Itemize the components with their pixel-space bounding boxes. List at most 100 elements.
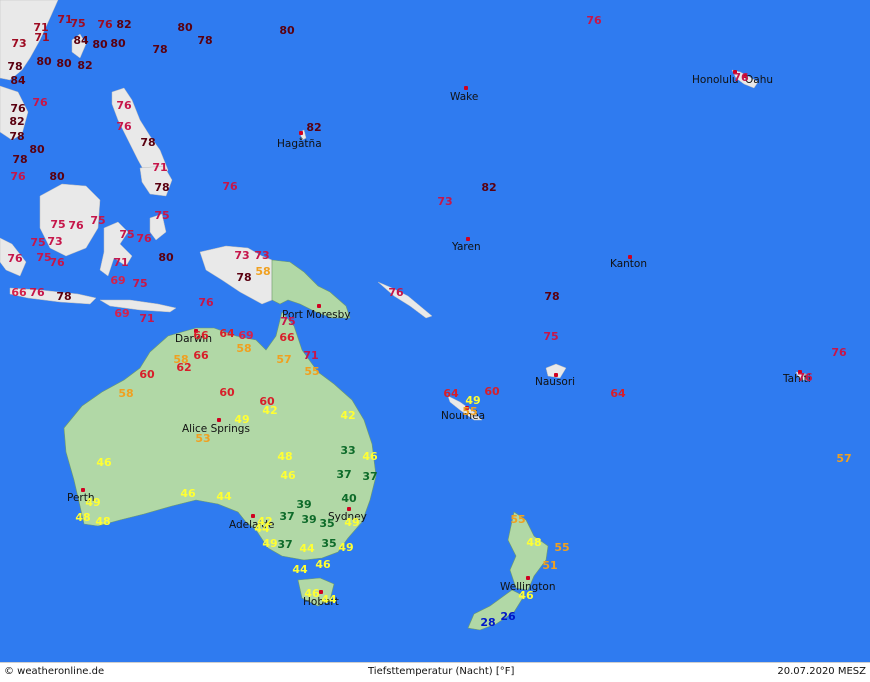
- temperature-value: 49: [344, 516, 360, 529]
- temperature-value: 76: [49, 256, 65, 269]
- temperature-value: 71: [139, 312, 155, 325]
- temperature-value: 62: [176, 361, 192, 374]
- temperature-value: 76: [116, 99, 132, 112]
- temperature-value: 37: [336, 468, 352, 481]
- temperature-value: 71: [113, 256, 129, 269]
- temperature-value: 60: [139, 368, 155, 381]
- temperature-value: 82: [116, 18, 132, 31]
- temperature-value: 53: [195, 432, 211, 445]
- temperature-value: 39: [301, 513, 317, 526]
- temperature-value: 76: [116, 120, 132, 133]
- solomon-land: [377, 281, 433, 319]
- temperature-value: 35: [319, 517, 335, 530]
- temperature-value: 82: [481, 181, 497, 194]
- temperature-value: 80: [92, 38, 108, 51]
- temperature-value: 33: [340, 444, 356, 457]
- temperature-value: 78: [544, 290, 560, 303]
- temperature-value: 51: [542, 559, 558, 572]
- temperature-value: 71: [303, 349, 319, 362]
- temperature-value: 48: [75, 511, 91, 524]
- temperature-value: 84: [73, 34, 89, 47]
- temperature-value: 46: [180, 487, 196, 500]
- temperature-value: 69: [114, 307, 130, 320]
- temperature-value: 80: [49, 170, 65, 183]
- temperature-value: 37: [362, 470, 378, 483]
- temperature-value: 75: [280, 315, 296, 328]
- temperature-value: 71: [34, 31, 50, 44]
- city-marker: [217, 418, 221, 422]
- city-label-wake: Wake: [450, 91, 479, 103]
- temperature-value: 73: [254, 249, 270, 262]
- temperature-value: 75: [70, 17, 86, 30]
- temperature-value: 78: [154, 181, 170, 194]
- temperature-value: 46: [362, 450, 378, 463]
- city-label-oahu: Oahu: [745, 74, 774, 86]
- city-marker: [464, 86, 468, 90]
- temperature-value: 78: [56, 290, 72, 303]
- temperature-value: 60: [219, 386, 235, 399]
- temperature-value: 64: [610, 387, 626, 400]
- temperature-value: 46: [315, 558, 331, 571]
- temperature-value: 40: [341, 492, 357, 505]
- temperature-value: 75: [50, 218, 66, 231]
- temperature-value: 75: [119, 228, 135, 241]
- temperature-value: 76: [68, 219, 84, 232]
- temperature-value: 80: [36, 55, 52, 68]
- temperature-value: 37: [277, 538, 293, 551]
- temperature-value: 73: [234, 249, 250, 262]
- temperature-value: 49: [262, 537, 278, 550]
- temperature-value: 55: [462, 405, 478, 418]
- temperature-value: 78: [9, 130, 25, 143]
- temperature-value: 76: [388, 286, 404, 299]
- temperature-value: 49: [85, 496, 101, 509]
- temperature-value: 76: [32, 96, 48, 109]
- temperature-value: 48: [95, 515, 111, 528]
- temperature-value: 58: [236, 342, 252, 355]
- temperature-value: 69: [110, 274, 126, 287]
- temperature-value: 82: [9, 115, 25, 128]
- temperature-value: 44: [254, 522, 270, 535]
- temperature-value: 76: [7, 252, 23, 265]
- temperature-value: 49: [234, 413, 250, 426]
- temperature-value: 78: [236, 271, 252, 284]
- temperature-value: 75: [30, 236, 46, 249]
- temperature-value: 82: [77, 59, 93, 72]
- city-label-yaren: Yaren: [452, 241, 481, 253]
- temperature-value: 76: [198, 296, 214, 309]
- temperature-value: 44: [292, 563, 308, 576]
- temperature-value: 75: [132, 277, 148, 290]
- temperature-value: 60: [484, 385, 500, 398]
- temperature-value: 35: [321, 537, 337, 550]
- temperature-value: 42: [262, 404, 278, 417]
- temperature-value: 80: [158, 251, 174, 264]
- temperature-value: 80: [29, 143, 45, 156]
- temperature-value: 76: [10, 170, 26, 183]
- temperature-value: 37: [279, 510, 295, 523]
- temperature-value: 46: [518, 589, 534, 602]
- city-label-honolulu: Honolulu: [692, 74, 739, 86]
- lesser-sunda-land: [99, 299, 177, 313]
- temperature-value: 75: [543, 330, 559, 343]
- temperature-value: 55: [554, 541, 570, 554]
- weather-map: Honolulu Oahu Wake Hagåtña Yaren Kanton Port M…: [0, 0, 870, 662]
- temperature-value: 64: [219, 327, 235, 340]
- temperature-value: 57: [276, 353, 292, 366]
- temperature-value: 46: [304, 587, 320, 600]
- temperature-value: 44: [216, 490, 232, 503]
- temperature-value: 84: [10, 74, 26, 87]
- city-marker: [251, 514, 255, 518]
- temperature-value: 66: [193, 349, 209, 362]
- temperature-value: 73: [437, 195, 453, 208]
- temperature-value: 82: [306, 121, 322, 134]
- city-marker: [317, 304, 321, 308]
- temperature-value: 76: [797, 371, 813, 384]
- copyright-text[interactable]: © weatheronline.de: [4, 666, 104, 677]
- city-marker: [299, 131, 303, 135]
- city-label-kanton: Kanton: [610, 258, 647, 270]
- temperature-value: 58: [118, 387, 134, 400]
- temperature-value: 46: [96, 456, 112, 469]
- temperature-value: 73: [47, 235, 63, 248]
- temperature-value: 55: [510, 513, 526, 526]
- temperature-value: 44: [321, 593, 337, 606]
- temperature-value: 55: [304, 365, 320, 378]
